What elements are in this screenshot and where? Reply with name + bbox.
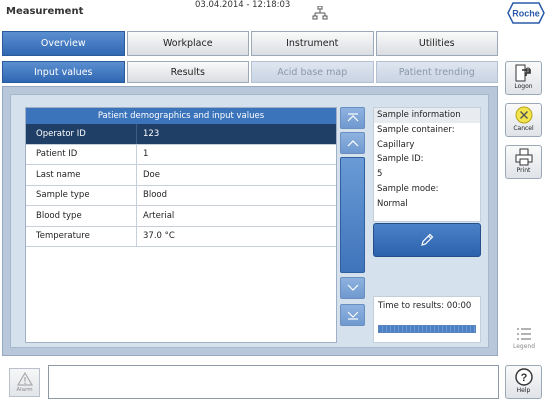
content-panel: Patient demographics and input values Op… <box>2 86 498 356</box>
row-value: Doe <box>143 169 160 180</box>
table-row[interactable]: Last name Doe <box>26 165 336 186</box>
table-title: Patient demographics and input values <box>26 108 336 124</box>
print-button[interactable]: Print <box>505 145 542 179</box>
sample-info-header: Sample information <box>374 108 480 123</box>
scroll-top-icon <box>347 113 358 122</box>
sample-mode-value: Normal <box>377 198 408 209</box>
time-to-results: Time to results: 00:00 <box>378 301 476 311</box>
scroll-bottom-icon <box>347 311 358 320</box>
cancel-label: Cancel <box>513 125 534 132</box>
legend-button[interactable]: Legend <box>508 327 540 355</box>
row-label: Sample type <box>26 185 137 205</box>
subtab-results[interactable]: Results <box>126 61 249 83</box>
sample-container-label: Sample container: <box>377 124 455 135</box>
row-label: Operator ID <box>26 124 137 144</box>
header-bar: Measurement 03.04.2014 - 12:18:03 Roche <box>0 0 547 28</box>
row-label: Patient ID <box>26 144 137 164</box>
table-row[interactable]: Sample type Blood <box>26 185 336 206</box>
help-label: Help <box>516 387 531 394</box>
sample-container-value: Capillary <box>377 139 415 150</box>
table-row[interactable]: Patient ID 1 <box>26 144 336 165</box>
help-button[interactable]: ? Help <box>505 365 542 399</box>
content-inner: Patient demographics and input values Op… <box>10 94 489 348</box>
table-row[interactable]: Temperature 37.0 °C <box>26 226 336 247</box>
sample-id-value: 5 <box>377 169 383 180</box>
scroll-down-button[interactable] <box>340 277 365 299</box>
row-value: Blood <box>143 190 167 201</box>
svg-text:?: ? <box>520 372 527 384</box>
print-label: Print <box>516 167 531 174</box>
subtab-acid-base-map: Acid base map <box>251 61 374 83</box>
logon-label: Logon <box>514 83 533 90</box>
datetime-display: 03.04.2014 - 12:18:03 <box>195 0 291 10</box>
scroll-controls <box>340 107 365 343</box>
time-to-results-panel: Time to results: 00:00 <box>373 296 481 343</box>
scroll-down-icon <box>347 284 358 291</box>
scroll-up-button[interactable] <box>340 132 365 154</box>
scroll-up-icon <box>347 140 358 147</box>
sample-id-label: Sample ID: <box>377 154 424 165</box>
time-to-results-value: 00:00 <box>446 301 472 311</box>
page-title: Measurement <box>6 6 84 17</box>
row-label: Last name <box>26 165 137 185</box>
tab-overview[interactable]: Overview <box>2 31 125 56</box>
edit-button[interactable] <box>373 223 481 257</box>
scroll-bottom-button[interactable] <box>340 304 365 326</box>
help-icon: ? <box>514 368 533 386</box>
row-value: 37.0 °C <box>143 231 175 242</box>
cancel-icon <box>515 106 532 124</box>
logon-icon <box>515 64 531 82</box>
printer-icon <box>515 148 532 166</box>
warning-icon <box>16 372 33 386</box>
network-icon <box>312 6 328 20</box>
tab-utilities[interactable]: Utilities <box>375 31 498 56</box>
alarm-button[interactable]: Alarm <box>9 368 40 397</box>
subtab-patient-trending: Patient trending <box>375 61 498 83</box>
row-value: 123 <box>143 128 160 139</box>
table-row[interactable]: Blood type Arterial <box>26 206 336 227</box>
main-tab-bar: Overview Workplace Instrument Utilities <box>2 31 498 56</box>
row-value: Arterial <box>143 210 175 221</box>
svg-text:Roche: Roche <box>512 9 540 19</box>
time-to-results-label: Time to results: <box>378 301 445 311</box>
patient-table: Patient demographics and input values Op… <box>25 107 337 343</box>
logon-button[interactable]: Logon <box>505 61 542 95</box>
legend-icon <box>517 328 531 340</box>
subtab-input-values[interactable]: Input values <box>2 61 125 83</box>
sample-mode-label: Sample mode: <box>377 183 439 194</box>
row-label: Blood type <box>26 206 137 226</box>
sub-tab-bar: Input values Results Acid base map Patie… <box>2 61 498 83</box>
tab-workplace[interactable]: Workplace <box>126 31 249 56</box>
sample-information-panel: Sample information Sample container: Cap… <box>373 107 481 222</box>
message-area <box>48 365 499 399</box>
scroll-top-button[interactable] <box>340 107 365 129</box>
tab-instrument[interactable]: Instrument <box>251 31 374 56</box>
legend-label: Legend <box>512 343 536 350</box>
alarm-label: Alarm <box>16 387 33 393</box>
row-label: Temperature <box>26 226 137 246</box>
row-value: 1 <box>143 149 149 160</box>
pencil-icon <box>421 233 434 246</box>
table-row[interactable]: Operator ID 123 <box>26 124 336 145</box>
results-progress-bar <box>378 325 476 333</box>
roche-logo: Roche <box>507 2 545 24</box>
cancel-button[interactable]: Cancel <box>505 103 542 137</box>
scrollbar-thumb[interactable] <box>340 157 365 273</box>
